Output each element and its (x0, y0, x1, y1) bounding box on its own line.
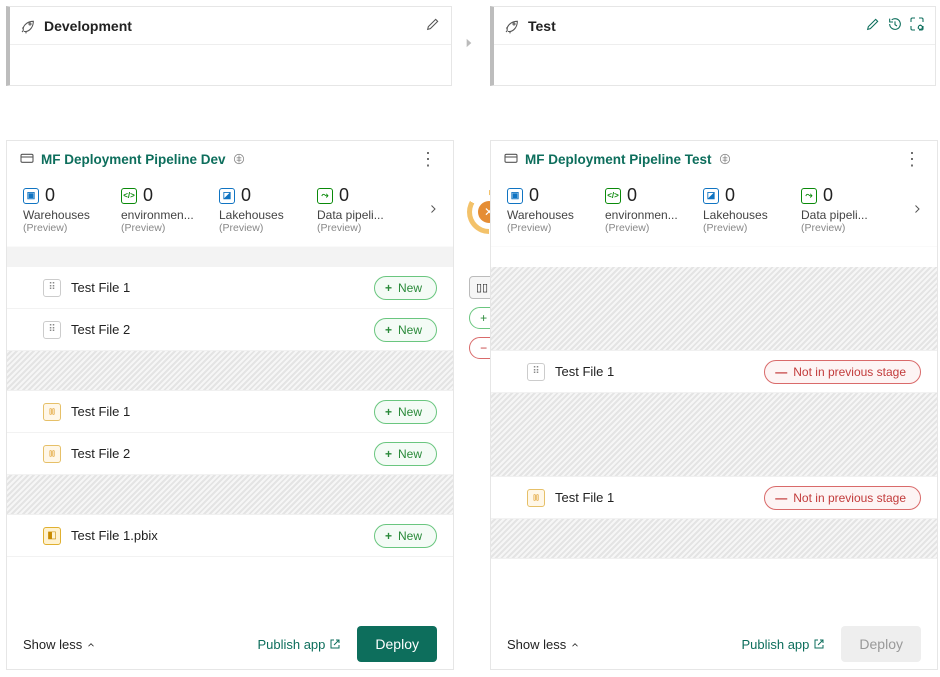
warehouse-icon: ▣ (507, 188, 523, 204)
report-icon: ⫾⫾ (43, 403, 61, 421)
artifact-row[interactable]: ⠿ Test File 1 ++ NewNew (7, 267, 453, 309)
warehouse-icon: ▣ (23, 188, 39, 204)
artifact-row[interactable]: ◧ Test File 1.pbix +New (7, 515, 453, 557)
status-badge-not-in-prev: —Not in previous stage (764, 486, 921, 510)
rocket-icon (504, 18, 520, 34)
section-gap (7, 247, 453, 267)
report-icon: ⫾⫾ (527, 489, 545, 507)
show-less-toggle[interactable]: Show less (23, 637, 96, 652)
dataset-icon: ⠿ (43, 321, 61, 339)
metrics-next-icon[interactable] (911, 202, 929, 218)
artifact-name: Test File 2 (71, 446, 130, 461)
lakehouse-icon: ◪ (703, 188, 719, 204)
stage-header-test: Test (490, 6, 936, 86)
show-less-toggle[interactable]: Show less (507, 637, 580, 652)
artifact-row[interactable]: ⠿ Test File 1 —Not in previous stage (491, 351, 937, 393)
workspace-icon (503, 151, 519, 167)
premium-icon (232, 152, 246, 166)
stage-separator-icon (462, 36, 476, 53)
status-badge-new: +New (374, 318, 437, 342)
artifact-name: Test File 1.pbix (71, 528, 158, 543)
metric-lakehouses[interactable]: ◪0 Lakehouses (Preview) (219, 185, 311, 234)
metrics-strip: ▣0 Warehouses (Preview) </>0 environmen.… (7, 171, 453, 247)
metrics-next-icon[interactable] (427, 202, 445, 218)
workspace-name: MF Deployment Pipeline Test (525, 152, 712, 167)
artifact-name: Test File 1 (71, 280, 130, 295)
metric-warehouses[interactable]: ▣0 Warehouses (Preview) (507, 185, 599, 234)
workspace-card-test: MF Deployment Pipeline Test ⋮ ▣0 Warehou… (490, 140, 938, 670)
section-divider (491, 393, 937, 477)
metric-lakehouses[interactable]: ◪0 Lakehouses (Preview) (703, 185, 795, 234)
metrics-strip: ▣0 Warehouses (Preview) </>0 environmen.… (491, 171, 937, 247)
stage-header-development: Development (6, 6, 452, 86)
metric-warehouses[interactable]: ▣0 Warehouses (Preview) (23, 185, 115, 234)
report-icon: ⫾⫾ (43, 445, 61, 463)
dataset-icon: ⠿ (43, 279, 61, 297)
history-icon[interactable] (887, 16, 903, 35)
compare-columns-icon: ▯▯ (476, 281, 488, 294)
status-badge-new: +New (374, 400, 437, 424)
pipeline-icon: ⤳ (317, 188, 333, 204)
metric-datapipelines[interactable]: ⤳0 Data pipeli... (Preview) (801, 185, 893, 234)
metric-environments[interactable]: </>0 environmen... (Preview) (605, 185, 697, 234)
section-divider (491, 267, 937, 351)
deployment-rules-icon[interactable] (909, 16, 925, 35)
edit-stage-icon[interactable] (425, 16, 441, 35)
artifact-row[interactable]: ⫾⫾ Test File 1 +New (7, 391, 453, 433)
section-divider (7, 475, 453, 515)
edit-stage-icon[interactable] (865, 16, 881, 35)
section-gap (491, 247, 937, 267)
artifact-name: Test File 1 (555, 490, 614, 505)
publish-app-link[interactable]: Publish app (741, 637, 825, 652)
workspace-menu-button[interactable]: ⋮ (415, 152, 441, 166)
stage-title: Test (528, 18, 556, 34)
pipeline-icon: ⤳ (801, 188, 817, 204)
publish-app-link[interactable]: Publish app (257, 637, 341, 652)
status-badge-new: +New (374, 442, 437, 466)
status-badge-new: ++ NewNew (374, 276, 437, 300)
stage-title: Development (44, 18, 132, 34)
metric-environments[interactable]: </>0 environmen... (Preview) (121, 185, 213, 234)
premium-icon (718, 152, 732, 166)
workspace-name: MF Deployment Pipeline Dev (41, 152, 226, 167)
deploy-button[interactable]: Deploy (357, 626, 437, 662)
environment-icon: </> (605, 188, 621, 204)
workspace-card-dev: MF Deployment Pipeline Dev ⋮ ▣0 Warehous… (6, 140, 454, 670)
lakehouse-icon: ◪ (219, 188, 235, 204)
external-link-icon (813, 638, 825, 650)
artifact-name: Test File 1 (555, 364, 614, 379)
pbix-icon: ◧ (43, 527, 61, 545)
external-link-icon (329, 638, 341, 650)
artifact-name: Test File 1 (71, 404, 130, 419)
environment-icon: </> (121, 188, 137, 204)
deploy-button: Deploy (841, 626, 921, 662)
section-divider (491, 519, 937, 559)
artifact-row[interactable]: ⫾⫾ Test File 1 —Not in previous stage (491, 477, 937, 519)
rocket-icon (20, 18, 36, 34)
artifact-name: Test File 2 (71, 322, 130, 337)
metric-datapipelines[interactable]: ⤳0 Data pipeli... (Preview) (317, 185, 409, 234)
artifact-row[interactable]: ⫾⫾ Test File 2 +New (7, 433, 453, 475)
status-badge-not-in-prev: —Not in previous stage (764, 360, 921, 384)
dataset-icon: ⠿ (527, 363, 545, 381)
status-badge-new: +New (374, 524, 437, 548)
workspace-menu-button[interactable]: ⋮ (899, 152, 925, 166)
workspace-icon (19, 151, 35, 167)
artifact-row[interactable]: ⠿ Test File 2 +New (7, 309, 453, 351)
section-divider (7, 351, 453, 391)
